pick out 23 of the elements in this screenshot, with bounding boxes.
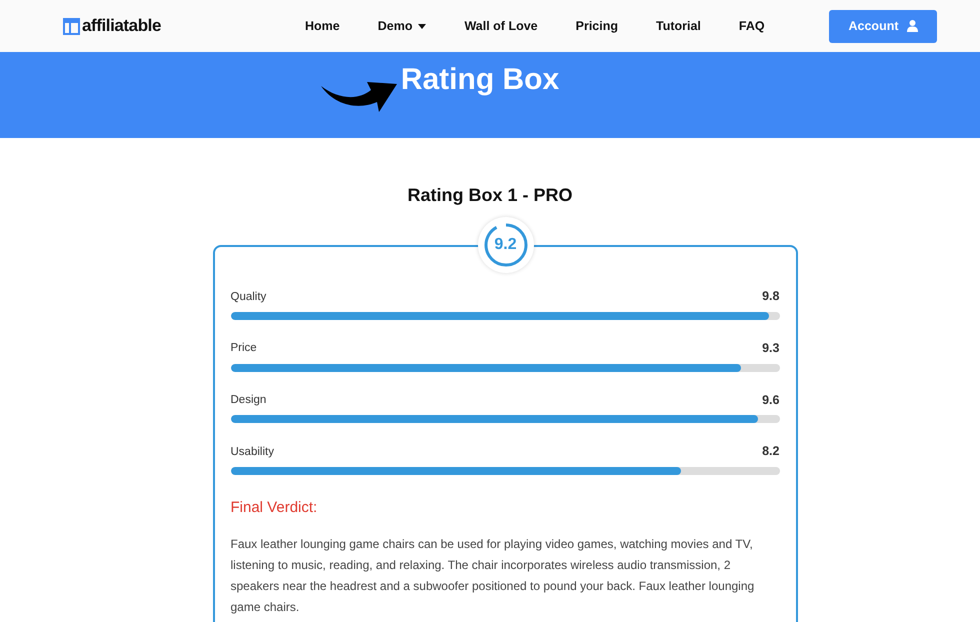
page-title: Rating Box — [400, 62, 560, 98]
logo-text: affiliatable — [82, 15, 161, 38]
section-title: Rating Box 1 - PRO — [406, 184, 574, 207]
overall-score: 9.2 — [494, 235, 517, 255]
criterion-score: 8.2 — [762, 443, 780, 460]
verdict-heading: Final Verdict: — [230, 498, 318, 518]
caret-icon — [418, 24, 426, 28]
nav-link[interactable]: Wall of Love — [464, 16, 538, 36]
nav-link[interactable]: Tutorial — [656, 16, 701, 36]
user-icon — [906, 20, 918, 32]
criterion-score: 9.8 — [762, 288, 780, 305]
criterion-label: Price — [230, 341, 257, 356]
nav-link[interactable]: Demo — [378, 16, 426, 36]
verdict-paragraph: Faux leather lounging game chairs can be used for playing video games, watching movies and TV, listening to music, reading, and relaxing. The chair incorporates wireless audio transmission, 2 speakers near the headrest and a subwoofer positioned to pound your back. Faux leather lounging game chairs. — [230, 536, 756, 616]
nav-link[interactable]: FAQ — [738, 16, 765, 36]
criterion-label: Quality — [230, 290, 266, 304]
criterion-score: 9.3 — [762, 340, 780, 357]
nav-link[interactable]: Pricing — [576, 16, 618, 36]
criterion-score: 9.6 — [762, 392, 780, 408]
criterion-label: Usability — [230, 444, 274, 460]
logo-icon — [63, 18, 80, 34]
nav-link[interactable]: Home — [305, 16, 340, 36]
criterion-label: Design — [230, 393, 266, 408]
